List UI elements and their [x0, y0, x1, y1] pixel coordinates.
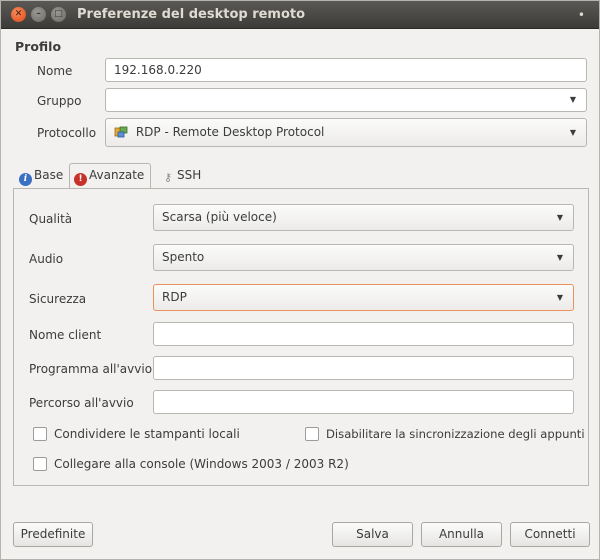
tab-ssh[interactable]: ⚷ SSH: [157, 164, 207, 188]
quality-combo-value: Scarsa (più veloce): [162, 210, 277, 224]
group-combo[interactable]: ▼: [105, 88, 587, 112]
security-label: Sicurezza: [29, 292, 87, 306]
cancel-button[interactable]: Annulla: [421, 522, 502, 547]
key-icon: ⚷: [163, 171, 173, 184]
window-menu-icon[interactable]: •: [578, 8, 585, 22]
close-window-button[interactable]: ✕: [11, 7, 26, 22]
security-combo-value: RDP: [162, 290, 187, 304]
protocol-combo[interactable]: RDP - Remote Desktop Protocol ▼: [105, 118, 587, 147]
minimize-window-button[interactable]: –: [31, 7, 46, 22]
title-bar[interactable]: ✕ – □ Preferenze del desktop remoto •: [1, 1, 599, 29]
share-printers-checkbox[interactable]: [33, 427, 47, 441]
profile-section-title: Profilo: [15, 39, 62, 54]
connect-button[interactable]: Connetti: [510, 522, 590, 547]
warning-icon: !: [74, 173, 87, 186]
name-field[interactable]: 192.168.0.220: [105, 58, 587, 82]
protocol-label: Protocollo: [37, 126, 97, 140]
client-name-label: Nome client: [29, 328, 102, 342]
audio-combo[interactable]: Spento ▼: [153, 244, 574, 271]
quality-combo[interactable]: Scarsa (più veloce) ▼: [153, 204, 574, 231]
name-label: Nome: [37, 64, 73, 78]
chevron-down-icon: ▼: [556, 252, 563, 262]
remote-desktop-preferences-window: ✕ – □ Preferenze del desktop remoto • Pr…: [0, 0, 600, 560]
maximize-window-button[interactable]: □: [51, 7, 66, 22]
startup-path-field[interactable]: [153, 390, 574, 414]
share-printers-label[interactable]: Condividere le stampanti locali: [54, 427, 240, 441]
client-name-field[interactable]: [153, 322, 574, 346]
info-icon: i: [19, 173, 32, 186]
chevron-down-icon: ▼: [556, 212, 563, 222]
save-button[interactable]: Salva: [332, 522, 413, 547]
console-checkbox[interactable]: [33, 457, 47, 471]
security-combo[interactable]: RDP ▼: [153, 284, 574, 311]
disable-clipboard-sync-label[interactable]: Disabilitare la sincronizzazione degli a…: [326, 427, 585, 441]
chevron-down-icon: ▼: [556, 292, 563, 302]
tab-avanzate-label: Avanzate: [89, 168, 145, 182]
window-title: Preferenze del desktop remoto: [77, 7, 306, 22]
name-field-value: 192.168.0.220: [114, 63, 202, 77]
startup-program-label: Programma all'avvio: [29, 362, 153, 376]
quality-label: Qualità: [29, 212, 73, 226]
chevron-down-icon: ▼: [569, 95, 576, 104]
console-label[interactable]: Collegare alla console (Windows 2003 / 2…: [54, 457, 349, 471]
chevron-down-icon: ▼: [569, 127, 576, 137]
group-label: Gruppo: [37, 94, 82, 108]
disable-clipboard-sync-checkbox[interactable]: [305, 427, 319, 441]
audio-combo-value: Spento: [162, 250, 205, 264]
startup-path-label: Percorso all'avvio: [29, 396, 134, 410]
tab-ssh-label: SSH: [177, 168, 202, 182]
rdp-plugin-icon: [114, 125, 128, 139]
audio-label: Audio: [29, 252, 64, 266]
tab-base-label: Base: [34, 168, 64, 182]
startup-program-field[interactable]: [153, 356, 574, 380]
protocol-combo-value: RDP - Remote Desktop Protocol: [135, 125, 325, 139]
defaults-button[interactable]: Predefinite: [13, 522, 93, 547]
tab-base[interactable]: i Base: [15, 164, 69, 188]
tab-avanzate[interactable]: ! Avanzate: [69, 163, 152, 189]
